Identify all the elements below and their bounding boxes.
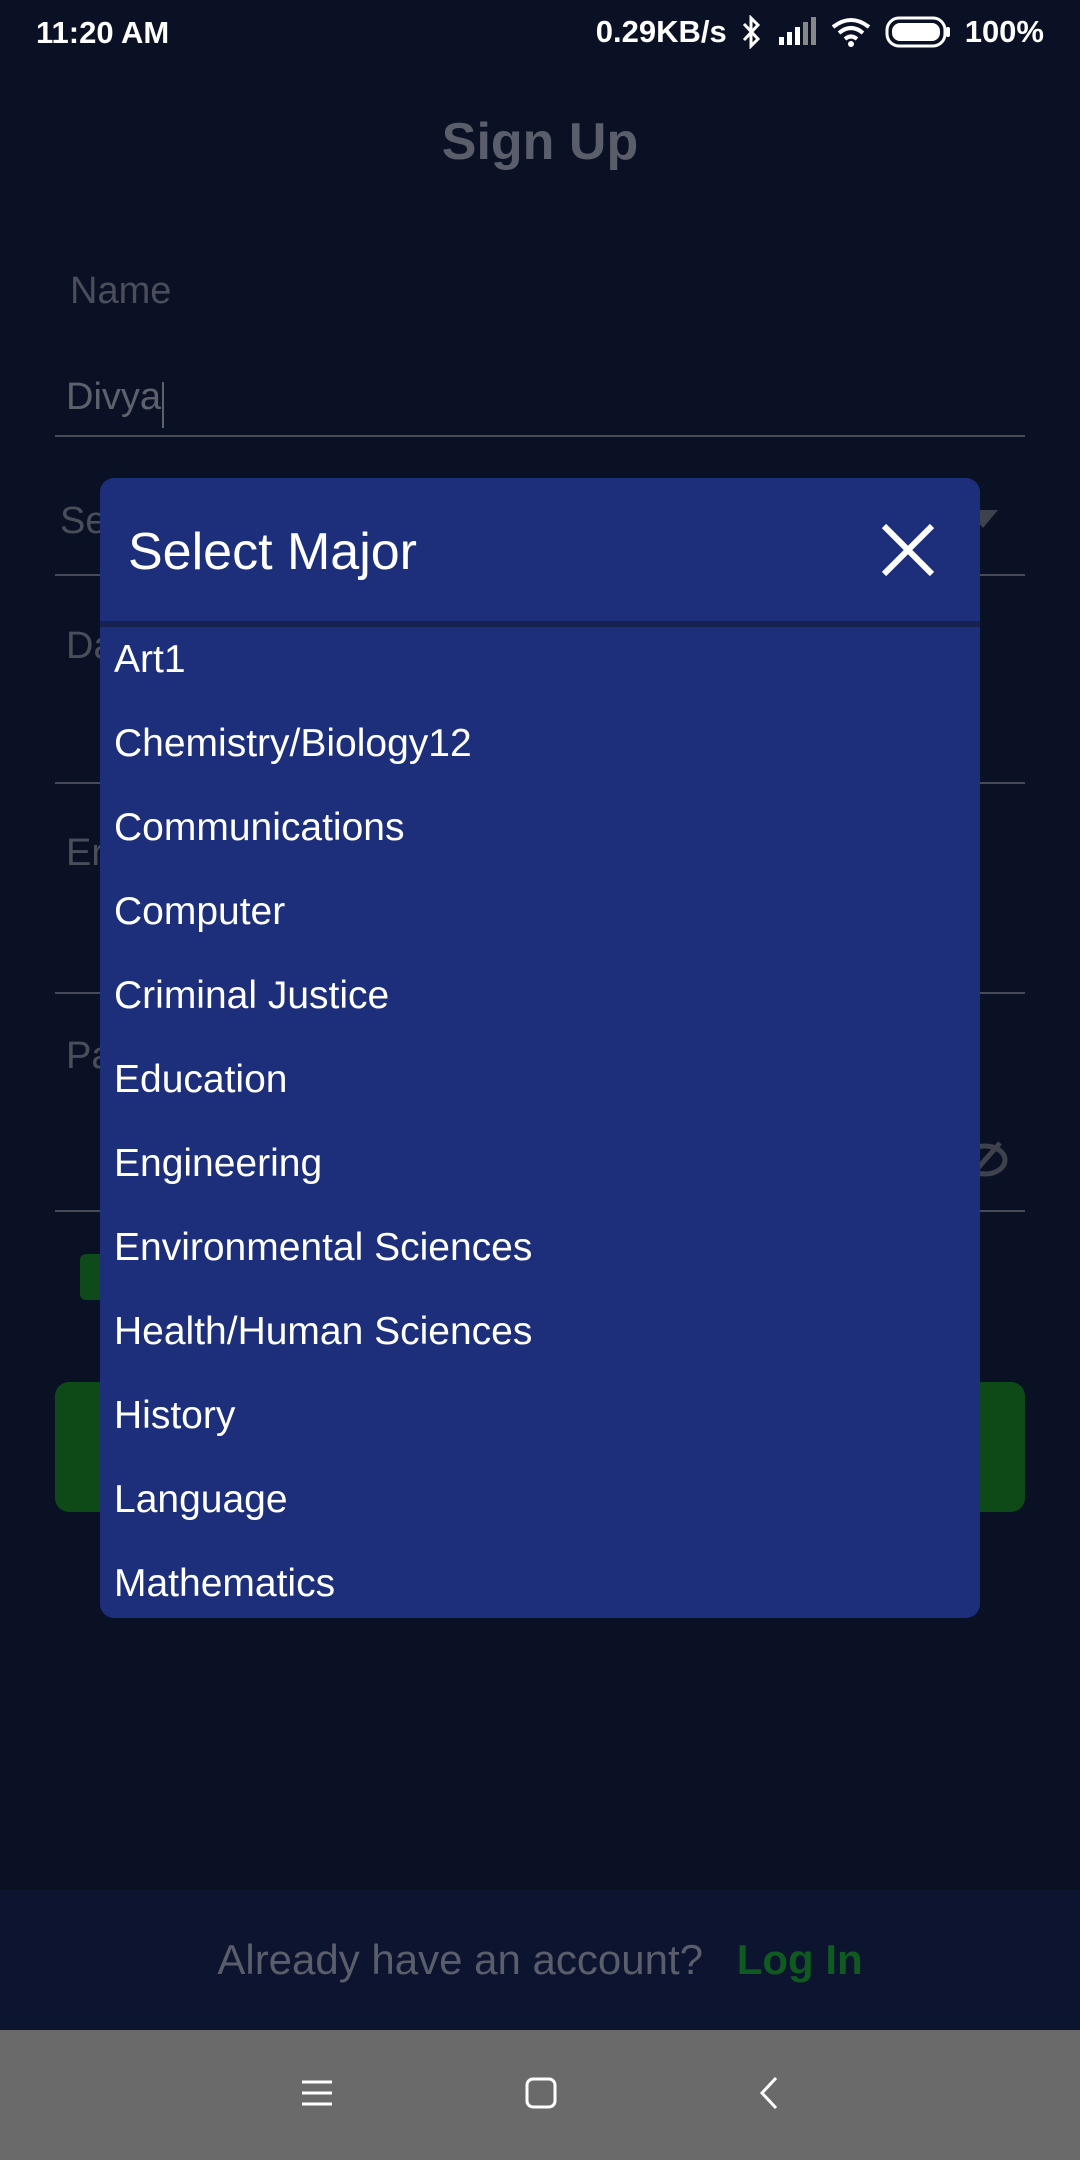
major-option[interactable]: Criminal Justice bbox=[114, 974, 389, 1018]
back-icon[interactable] bbox=[752, 2076, 786, 2115]
network-speed: 0.29KB/s bbox=[595, 14, 727, 49]
battery-icon bbox=[885, 16, 951, 48]
status-bar: 11:20 AM 0.29KB/s 100% bbox=[0, 0, 1080, 66]
name-label: Name bbox=[70, 270, 172, 312]
system-nav-bar bbox=[0, 2030, 1080, 2160]
home-icon[interactable] bbox=[524, 2076, 558, 2115]
select-major-dialog: Select Major Art1 Chemistry/Biology12 Co… bbox=[100, 478, 980, 1618]
battery-percent: 100% bbox=[964, 14, 1044, 49]
status-time: 11:20 AM bbox=[36, 15, 170, 50]
major-option[interactable]: Art1 bbox=[114, 638, 186, 682]
major-option[interactable]: Education bbox=[114, 1058, 287, 1102]
signal-icon bbox=[777, 17, 817, 47]
dialog-title: Select Major bbox=[128, 523, 417, 581]
dialog-divider bbox=[100, 621, 980, 627]
name-value: Divya bbox=[66, 376, 162, 418]
major-option[interactable]: Computer bbox=[114, 890, 285, 934]
login-link[interactable]: Log In bbox=[737, 1936, 863, 1983]
bluetooth-icon bbox=[741, 15, 763, 49]
major-option[interactable]: Language bbox=[114, 1478, 288, 1522]
major-option[interactable]: Environmental Sciences bbox=[114, 1226, 532, 1270]
name-field[interactable]: Divya bbox=[66, 376, 165, 428]
major-option[interactable]: Chemistry/Biology12 bbox=[114, 722, 472, 766]
email-label[interactable]: Er bbox=[66, 832, 104, 875]
login-prompt-bar: Already have an account? Log In bbox=[0, 1890, 1080, 2030]
menu-icon[interactable] bbox=[300, 2076, 334, 2115]
major-option[interactable]: Mathematics bbox=[114, 1562, 335, 1606]
page-title: Sign Up bbox=[441, 113, 639, 171]
wifi-icon bbox=[831, 17, 871, 47]
major-option[interactable]: Communications bbox=[114, 806, 404, 850]
login-question: Already have an account? bbox=[217, 1936, 704, 1983]
name-underline bbox=[55, 435, 1025, 437]
close-icon[interactable] bbox=[878, 520, 938, 580]
major-option[interactable]: Health/Human Sciences bbox=[114, 1310, 532, 1354]
major-option[interactable]: Engineering bbox=[114, 1142, 322, 1186]
major-list[interactable]: Art1 Chemistry/Biology12 Communications … bbox=[100, 628, 980, 1618]
text-caret bbox=[162, 381, 165, 428]
dialog-header: Select Major bbox=[100, 478, 980, 621]
major-option[interactable]: History bbox=[114, 1394, 235, 1438]
